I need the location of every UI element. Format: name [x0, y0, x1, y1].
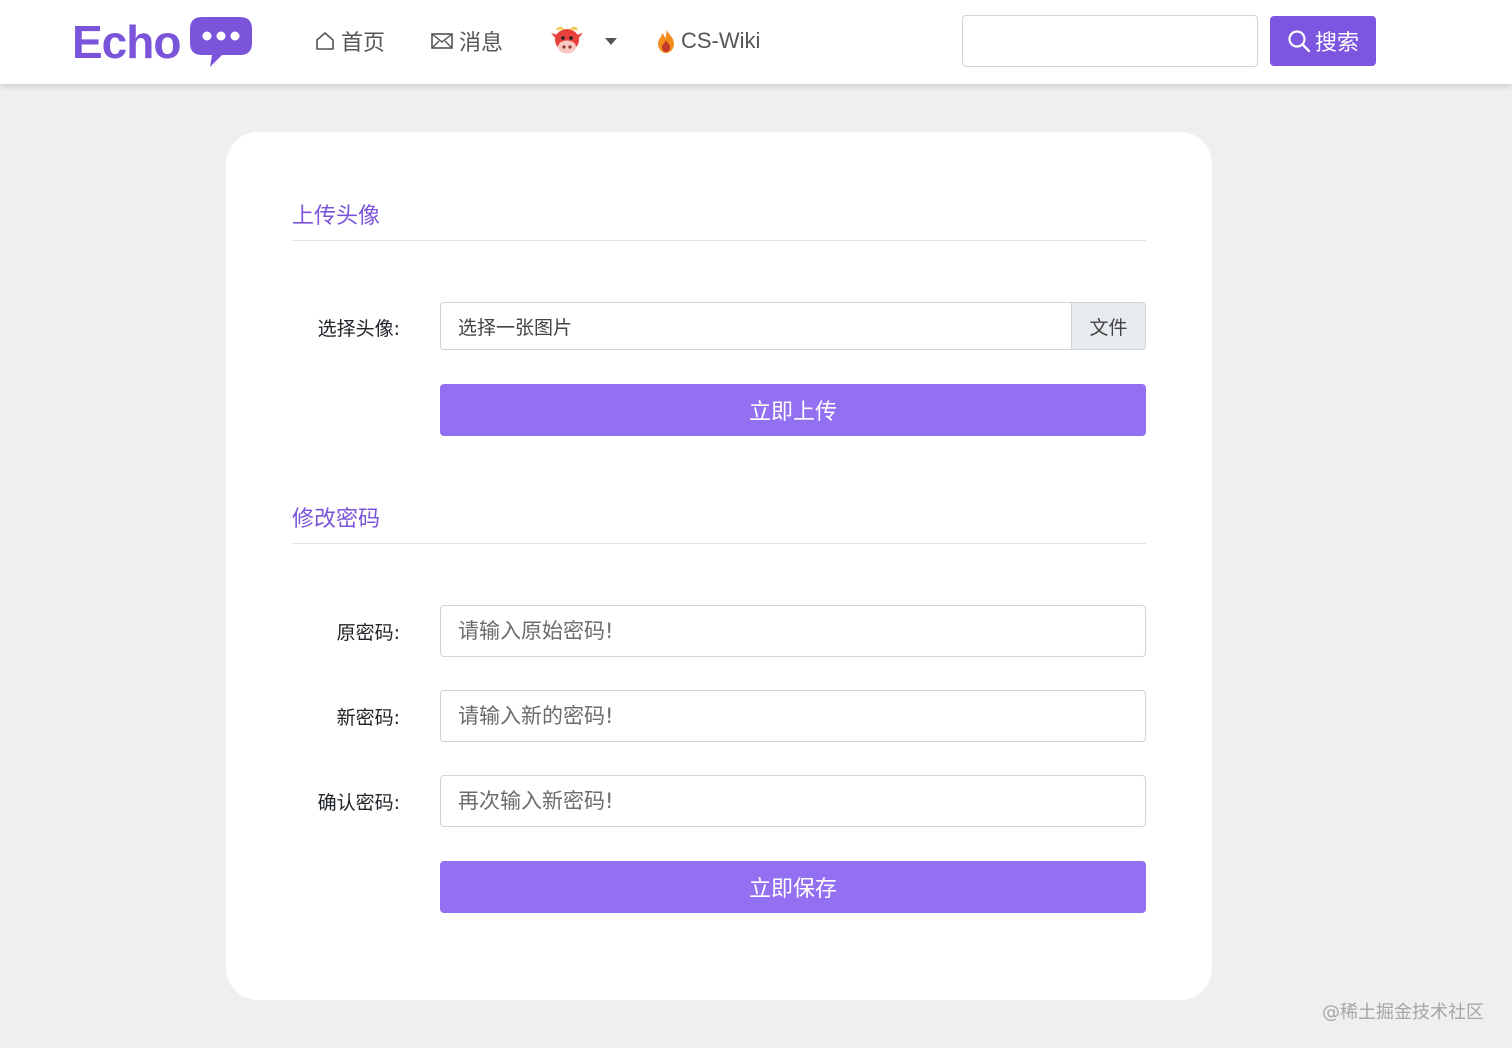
nav-messages[interactable]: 消息 — [430, 22, 503, 60]
home-icon — [316, 32, 334, 50]
confirm-password-input[interactable] — [440, 775, 1146, 827]
watermark: @稀土掘金技术社区 — [1322, 1002, 1484, 1023]
settings-card: 上传头像 选择头像: 选择一张图片 文件 立即上传 修改密码 原密码: 新密码:… — [226, 132, 1212, 1000]
user-dropdown[interactable] — [548, 22, 617, 60]
confirm-password-label: 确认密码: — [317, 792, 400, 814]
navbar: Echo 首页 消息 CS-Wiki 搜索 — [0, 0, 1512, 84]
brand-name: Echo — [72, 16, 181, 68]
search-icon — [1288, 30, 1311, 53]
old-password-label: 原密码: — [336, 622, 400, 644]
upload-section-title: 上传头像 — [292, 198, 1146, 241]
nav-wiki-label: CS-Wiki — [681, 28, 761, 53]
brand-logo[interactable]: Echo — [72, 14, 254, 70]
chat-bubble-icon — [190, 17, 253, 67]
nav-messages-label: 消息 — [459, 31, 504, 56]
file-browse-button[interactable]: 文件 — [1071, 303, 1145, 349]
search-input[interactable] — [962, 15, 1258, 67]
old-password-input[interactable] — [440, 605, 1146, 657]
fire-icon — [658, 29, 674, 53]
save-password-button[interactable]: 立即保存 — [440, 861, 1146, 913]
new-password-label: 新密码: — [336, 707, 400, 729]
password-section-title: 修改密码 — [292, 501, 1146, 544]
mail-icon — [431, 33, 453, 49]
search-button-label: 搜索 — [1314, 31, 1359, 56]
nav-home[interactable]: 首页 — [314, 22, 385, 60]
avatar-label: 选择头像: — [317, 318, 400, 340]
search-button[interactable]: 搜索 — [1270, 16, 1376, 66]
upload-button[interactable]: 立即上传 — [440, 384, 1146, 436]
chevron-down-icon — [605, 37, 617, 45]
file-placeholder: 选择一张图片 — [441, 303, 1071, 349]
avatar-file-picker[interactable]: 选择一张图片 文件 — [440, 302, 1146, 350]
cow-avatar-icon — [551, 26, 583, 54]
new-password-input[interactable] — [440, 690, 1146, 742]
nav-home-label: 首页 — [341, 31, 386, 56]
nav-wiki[interactable]: CS-Wiki — [656, 22, 760, 60]
